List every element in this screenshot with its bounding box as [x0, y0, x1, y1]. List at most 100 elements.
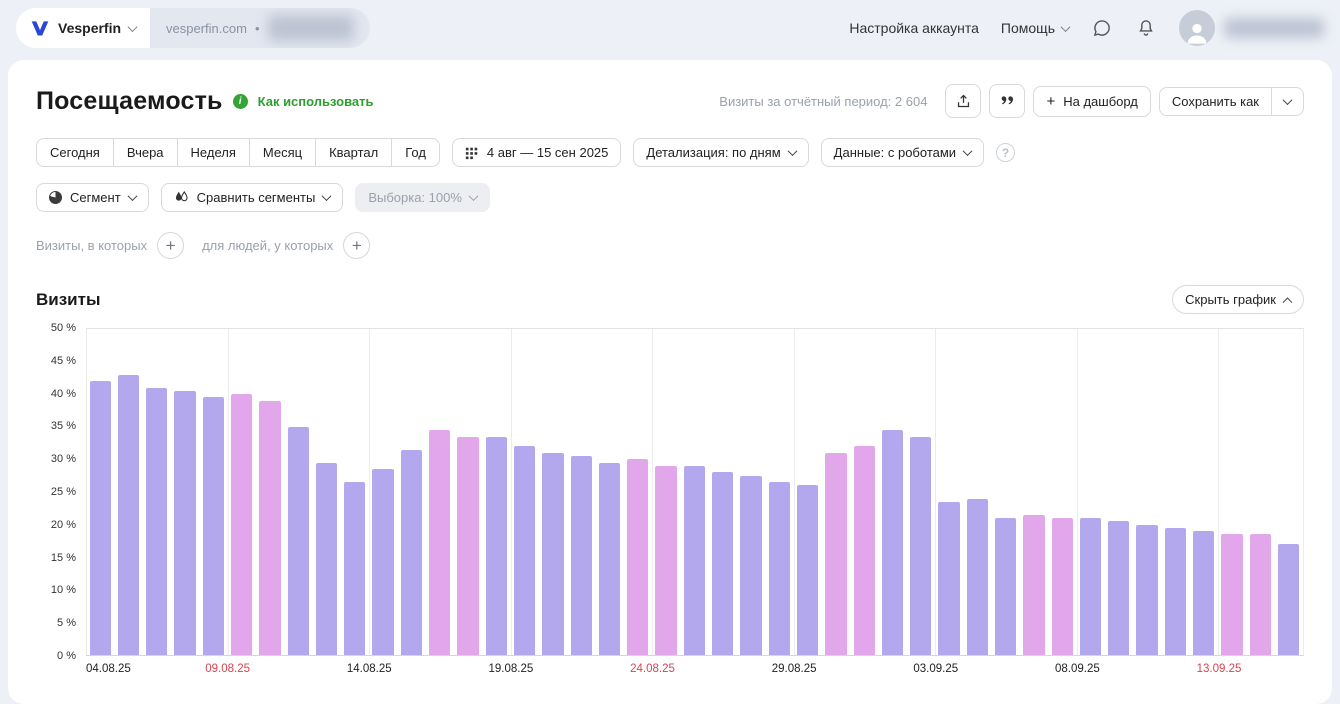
- how-to-use-link[interactable]: Как использовать: [258, 94, 374, 109]
- chart-bar[interactable]: [514, 446, 535, 655]
- chart-bar[interactable]: [627, 459, 648, 655]
- x-tick-label: 03.09.25: [913, 663, 958, 675]
- notifications-bell-icon[interactable]: [1135, 17, 1157, 39]
- save-as-button[interactable]: Сохранить как: [1159, 87, 1272, 116]
- x-tick-label: 14.08.25: [347, 663, 392, 675]
- chart-bar[interactable]: [203, 397, 224, 655]
- chart-bar[interactable]: [1221, 534, 1242, 655]
- tab-yesterday[interactable]: Вчера: [113, 138, 178, 167]
- chart-bar[interactable]: [967, 499, 988, 655]
- chart-bar[interactable]: [655, 466, 676, 655]
- avatar: [1179, 10, 1215, 46]
- x-tick-label: 04.08.25: [86, 663, 131, 675]
- chevron-up-icon: [1283, 297, 1293, 307]
- add-to-dashboard-label: На дашборд: [1063, 94, 1138, 109]
- data-mode-label: Данные: с роботами: [834, 145, 956, 160]
- chart-bar[interactable]: [288, 427, 309, 655]
- data-mode-dropdown[interactable]: Данные: с роботами: [821, 138, 984, 167]
- hide-chart-button[interactable]: Скрыть график: [1172, 285, 1304, 314]
- chart-bar[interactable]: [118, 375, 139, 655]
- metrica-tags-button[interactable]: [989, 84, 1025, 118]
- compare-segments-label: Сравнить сегменты: [197, 190, 316, 205]
- vesperfin-logo-icon: [30, 18, 50, 38]
- chart-bar[interactable]: [146, 388, 167, 655]
- export-icon: [955, 93, 972, 110]
- chart-bar[interactable]: [1080, 518, 1101, 655]
- gridline: [369, 329, 370, 655]
- site-selector[interactable]: vesperfin.com •: [150, 8, 369, 48]
- chevron-down-icon: [1061, 22, 1071, 32]
- chat-icon[interactable]: [1091, 17, 1113, 39]
- x-tick-label: 09.08.25: [205, 663, 250, 675]
- help-menu[interactable]: Помощь: [1001, 20, 1069, 36]
- chart-bar[interactable]: [90, 381, 111, 655]
- chart-bar[interactable]: [938, 502, 959, 655]
- add-visit-condition-button[interactable]: +: [157, 232, 184, 259]
- chart-bar[interactable]: [1250, 534, 1271, 655]
- brand-switcher[interactable]: Vesperfin: [16, 8, 150, 48]
- account-settings-link[interactable]: Настройка аккаунта: [849, 20, 979, 36]
- chart-bar[interactable]: [797, 485, 818, 655]
- chart-bar[interactable]: [712, 472, 733, 655]
- tab-month[interactable]: Месяц: [249, 138, 316, 167]
- chart-bar[interactable]: [259, 401, 280, 655]
- chevron-down-icon: [128, 22, 138, 32]
- chart-bar[interactable]: [882, 430, 903, 655]
- chart-bar[interactable]: [1278, 544, 1299, 655]
- y-tick-label: 45 %: [51, 355, 76, 367]
- y-tick-label: 50 %: [51, 322, 76, 334]
- chart-bar[interactable]: [825, 453, 846, 655]
- chart-bar[interactable]: [231, 394, 252, 655]
- chart-bar[interactable]: [372, 469, 393, 655]
- report-card: Посещаемость i Как использовать Визиты з…: [8, 60, 1332, 704]
- chart-bars: [86, 329, 1303, 655]
- chart-bar[interactable]: [486, 437, 507, 655]
- y-tick-label: 25 %: [51, 486, 76, 498]
- chart-bar[interactable]: [684, 466, 705, 655]
- chart-bar[interactable]: [1136, 525, 1157, 655]
- plus-icon: +: [1046, 93, 1055, 110]
- tab-quarter[interactable]: Квартал: [315, 138, 392, 167]
- user-account[interactable]: [1179, 10, 1324, 46]
- chart-bar[interactable]: [854, 446, 875, 655]
- chart-bar[interactable]: [316, 463, 337, 655]
- period-tabs: Сегодня Вчера Неделя Месяц Квартал Год: [36, 138, 440, 167]
- chart-bar[interactable]: [174, 391, 195, 655]
- chart-bar[interactable]: [995, 518, 1016, 655]
- export-button[interactable]: [945, 84, 981, 118]
- chart-bar[interactable]: [1052, 518, 1073, 655]
- chart-bar[interactable]: [910, 437, 931, 655]
- y-tick-label: 0 %: [57, 650, 76, 662]
- chart-bar[interactable]: [1193, 531, 1214, 655]
- chart-bar[interactable]: [740, 476, 761, 655]
- chart-bar[interactable]: [599, 463, 620, 655]
- add-people-condition-button[interactable]: +: [343, 232, 370, 259]
- chart-bar[interactable]: [401, 450, 422, 655]
- compare-segments-dropdown[interactable]: Сравнить сегменты: [161, 183, 344, 212]
- x-tick-label: 08.09.25: [1055, 663, 1100, 675]
- x-tick-label: 24.08.25: [630, 663, 675, 675]
- y-tick-label: 15 %: [51, 552, 76, 564]
- tab-week[interactable]: Неделя: [177, 138, 250, 167]
- chart-bar[interactable]: [769, 482, 790, 655]
- sampling-dropdown[interactable]: Выборка: 100%: [355, 183, 490, 212]
- chart-bar[interactable]: [1023, 515, 1044, 655]
- chart-bar[interactable]: [1165, 528, 1186, 655]
- chevron-down-icon: [468, 191, 478, 201]
- chart-bar[interactable]: [571, 456, 592, 655]
- chart-bar[interactable]: [1108, 521, 1129, 655]
- detalization-dropdown[interactable]: Детализация: по дням: [633, 138, 808, 167]
- redacted-site-id: [268, 15, 354, 41]
- chart-bar[interactable]: [344, 482, 365, 655]
- chart-bar[interactable]: [457, 437, 478, 655]
- segment-dropdown[interactable]: Сегмент: [36, 183, 149, 212]
- date-range-button[interactable]: 4 авг — 15 сен 2025: [452, 138, 621, 167]
- chart-title: Визиты: [36, 290, 100, 310]
- question-help-icon[interactable]: ?: [996, 143, 1015, 162]
- tab-year[interactable]: Год: [391, 138, 440, 167]
- tab-today[interactable]: Сегодня: [36, 138, 114, 167]
- chart-bar[interactable]: [429, 430, 450, 655]
- save-as-dropdown-button[interactable]: [1272, 87, 1304, 116]
- add-to-dashboard-button[interactable]: + На дашборд: [1033, 86, 1150, 117]
- chart-bar[interactable]: [542, 453, 563, 655]
